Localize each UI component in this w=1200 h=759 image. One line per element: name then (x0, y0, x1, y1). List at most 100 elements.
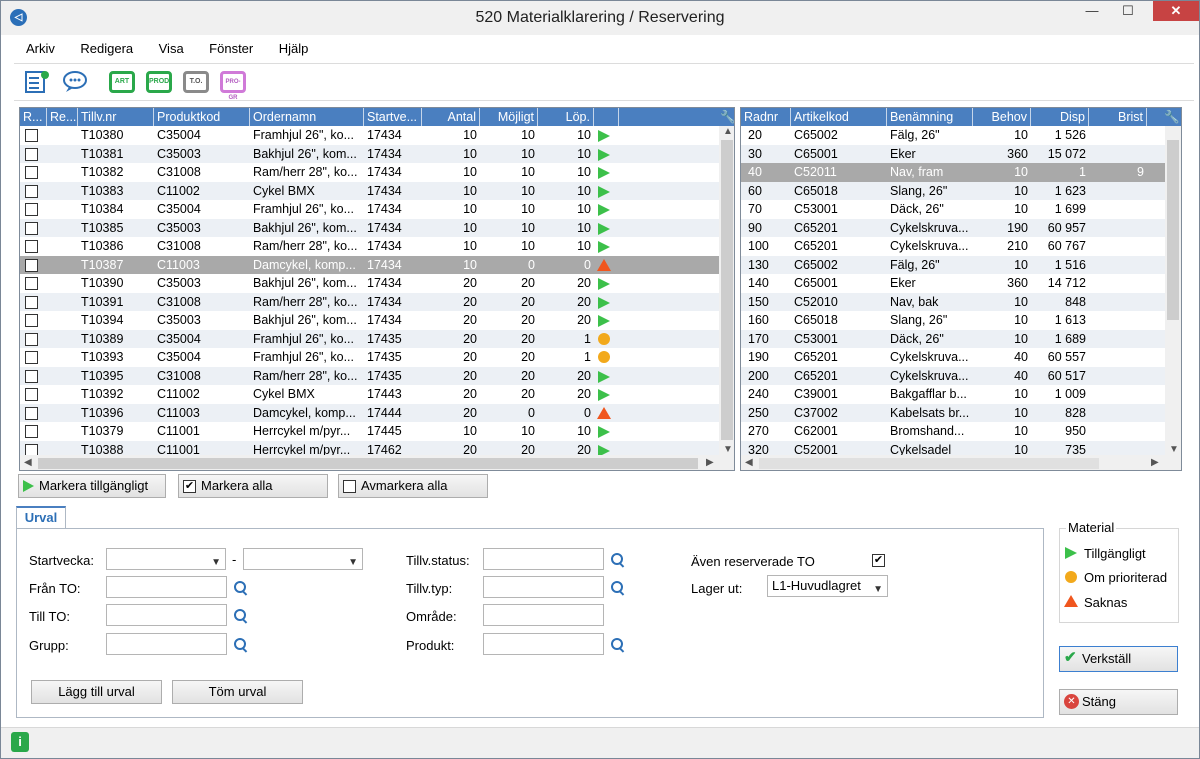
table-row[interactable]: T10391 C31008 Ram/herr 28", ko... 17434 20 20… (20, 292, 719, 311)
table-row[interactable]: 240 C39001 Bakgafflar b... 10 1 009 (741, 385, 1165, 404)
row-checkbox[interactable] (25, 388, 38, 401)
right-grid-vscroll-thumb[interactable] (1167, 140, 1179, 320)
tillv-status-input[interactable] (483, 548, 604, 570)
menu-redigera[interactable]: Redigera (80, 37, 133, 56)
progr-toolbar-button[interactable]: PRO-GR (218, 68, 248, 101)
scroll-left-icon[interactable]: ◀ (24, 457, 32, 468)
table-row[interactable]: 20 C65002 Fälg, 26" 10 1 526 (741, 126, 1165, 145)
table-row[interactable]: T10392 C11002 Cykel BMX 17443 20 20 20 (20, 385, 719, 404)
col-lop[interactable]: Löp. (538, 108, 594, 126)
row-checkbox[interactable] (25, 295, 38, 309)
table-row[interactable]: 40 C52011 Nav, fram 10 1 9 (741, 163, 1165, 182)
table-row[interactable]: T10389 C35004 Framhjul 26", ko... 17435 20 20… (20, 329, 719, 348)
tillv-typ-input[interactable] (483, 576, 604, 598)
col-radnr[interactable]: Radnr (741, 108, 791, 126)
col-produktkod[interactable]: Produktkod (154, 108, 250, 126)
startvecka-to-select[interactable]: ▼ (243, 548, 363, 570)
table-row[interactable]: 90 C65201 Cykelskruva... 190 60 957 (741, 218, 1165, 237)
table-row[interactable]: 100 C65201 Cykelskruva... 210 60 767 (741, 237, 1165, 256)
row-checkbox[interactable] (25, 166, 38, 179)
menu-arkiv[interactable]: Arkiv (26, 37, 55, 56)
mark-available-button[interactable]: Markera tillgängligt (18, 474, 166, 498)
search-icon[interactable] (610, 552, 626, 568)
checklist-icon[interactable] (22, 68, 52, 96)
close-button[interactable]: ✕ Stäng (1059, 689, 1178, 715)
row-checkbox[interactable] (25, 258, 38, 272)
col-antal[interactable]: Antal (422, 108, 480, 126)
table-row[interactable]: 130 C65002 Fälg, 26" 10 1 516 (741, 255, 1165, 274)
row-checkbox[interactable] (25, 332, 38, 346)
row-checkbox[interactable] (25, 184, 38, 198)
row-checkbox[interactable] (25, 369, 38, 383)
table-row[interactable]: T10387 C11003 Damcykel, komp... 17434 10 0 0 (20, 255, 719, 274)
left-grid-vscroll-thumb[interactable] (721, 140, 733, 440)
table-row[interactable]: 30 C65001 Eker 360 15 072 (741, 144, 1165, 163)
startvecka-from-select[interactable]: ▼ (106, 548, 226, 570)
menu-visa[interactable]: Visa (159, 37, 184, 56)
close-window-button[interactable]: ✕ (1153, 1, 1199, 21)
table-row[interactable]: 190 C65201 Cykelskruva... 40 60 557 (741, 348, 1165, 367)
table-row[interactable]: T10390 C35003 Bakhjul 26", kom... 17434 20 20… (20, 274, 719, 293)
row-checkbox[interactable] (25, 351, 38, 364)
scroll-down-icon[interactable]: ▼ (723, 444, 733, 455)
wrench-icon[interactable]: 🔧 (717, 108, 734, 126)
scroll-right-icon[interactable]: ▶ (1151, 457, 1159, 468)
table-row[interactable]: T10380 C35004 Framhjul 26", ko... 17434 10 10… (20, 126, 719, 145)
unmark-all-button[interactable]: Avmarkera alla (338, 474, 488, 498)
prod-toolbar-button[interactable]: PROD (144, 68, 174, 96)
right-grid-vscrollbar[interactable]: ▼ (1165, 126, 1181, 455)
to-toolbar-button[interactable]: T.O. (181, 68, 211, 96)
aven-reserverade-checkbox[interactable]: ✔ (872, 554, 885, 567)
row-checkbox[interactable] (25, 221, 38, 235)
search-icon[interactable] (610, 637, 626, 653)
row-checkbox[interactable] (25, 129, 38, 142)
table-row[interactable]: 200 C65201 Cykelskruva... 40 60 517 (741, 366, 1165, 385)
search-icon[interactable] (610, 580, 626, 596)
row-checkbox[interactable] (25, 147, 38, 161)
table-row[interactable]: 140 C65001 Eker 360 14 712 (741, 274, 1165, 293)
table-row[interactable]: T10386 C31008 Ram/herr 28", ko... 17434 10 10… (20, 237, 719, 256)
minimize-button[interactable]: — (1075, 1, 1109, 21)
tab-urval[interactable]: Urval (16, 506, 66, 529)
col-brist[interactable]: Brist (1089, 108, 1147, 126)
comment-icon[interactable] (60, 68, 90, 96)
fran-to-input[interactable] (106, 576, 227, 598)
row-checkbox[interactable] (25, 425, 38, 438)
row-checkbox[interactable] (25, 277, 38, 290)
table-row[interactable]: T10382 C31008 Ram/herr 28", ko... 17434 10 10… (20, 163, 719, 182)
left-grid-hscrollbar[interactable]: ◀ ▶ (20, 455, 734, 470)
menu-fonster[interactable]: Fönster (209, 37, 253, 56)
info-icon[interactable]: i (11, 732, 29, 752)
col-artikelkod[interactable]: Artikelkod (791, 108, 887, 126)
omrade-input[interactable] (483, 604, 604, 626)
table-row[interactable]: 160 C65018 Slang, 26" 10 1 613 (741, 311, 1165, 330)
col-re[interactable]: Re... (47, 108, 78, 126)
col-benamning[interactable]: Benämning (887, 108, 973, 126)
search-icon[interactable] (233, 580, 249, 596)
left-grid-hscroll-thumb[interactable] (38, 458, 698, 469)
table-row[interactable]: T10394 C35003 Bakhjul 26", kom... 17434 20 20… (20, 311, 719, 330)
search-icon[interactable] (233, 608, 249, 624)
col-ordernamn[interactable]: Ordernamn (250, 108, 364, 126)
add-selection-button[interactable]: Lägg till urval (31, 680, 162, 704)
col-mojligt[interactable]: Möjligt (480, 108, 538, 126)
scroll-left-icon[interactable]: ◀ (745, 457, 753, 468)
row-checkbox[interactable] (25, 314, 38, 327)
maximize-button[interactable]: ☐ (1111, 1, 1145, 21)
lager-ut-select[interactable]: L1-Huvudlagret ▼ (767, 575, 888, 597)
table-row[interactable]: T10396 C11003 Damcykel, komp... 17444 20 0 0 (20, 403, 719, 422)
scroll-right-icon[interactable]: ▶ (706, 457, 714, 468)
wrench-icon[interactable]: 🔧 (1147, 108, 1181, 126)
col-startvecka[interactable]: Startve... (364, 108, 422, 126)
table-row[interactable]: 60 C65018 Slang, 26" 10 1 623 (741, 181, 1165, 200)
col-disp[interactable]: Disp (1031, 108, 1089, 126)
scroll-up-icon[interactable]: ▲ (723, 126, 733, 137)
right-grid-hscroll-thumb[interactable] (759, 458, 1099, 469)
table-row[interactable]: T10383 C11002 Cykel BMX 17434 10 10 10 (20, 181, 719, 200)
col-behov[interactable]: Behov (973, 108, 1031, 126)
search-icon[interactable] (233, 637, 249, 653)
table-row[interactable]: 270 C62001 Bromshand... 10 950 (741, 422, 1165, 441)
table-row[interactable]: T10384 C35004 Framhjul 26", ko... 17434 10 10… (20, 200, 719, 219)
produkt-input[interactable] (483, 633, 604, 655)
grupp-input[interactable] (106, 633, 227, 655)
